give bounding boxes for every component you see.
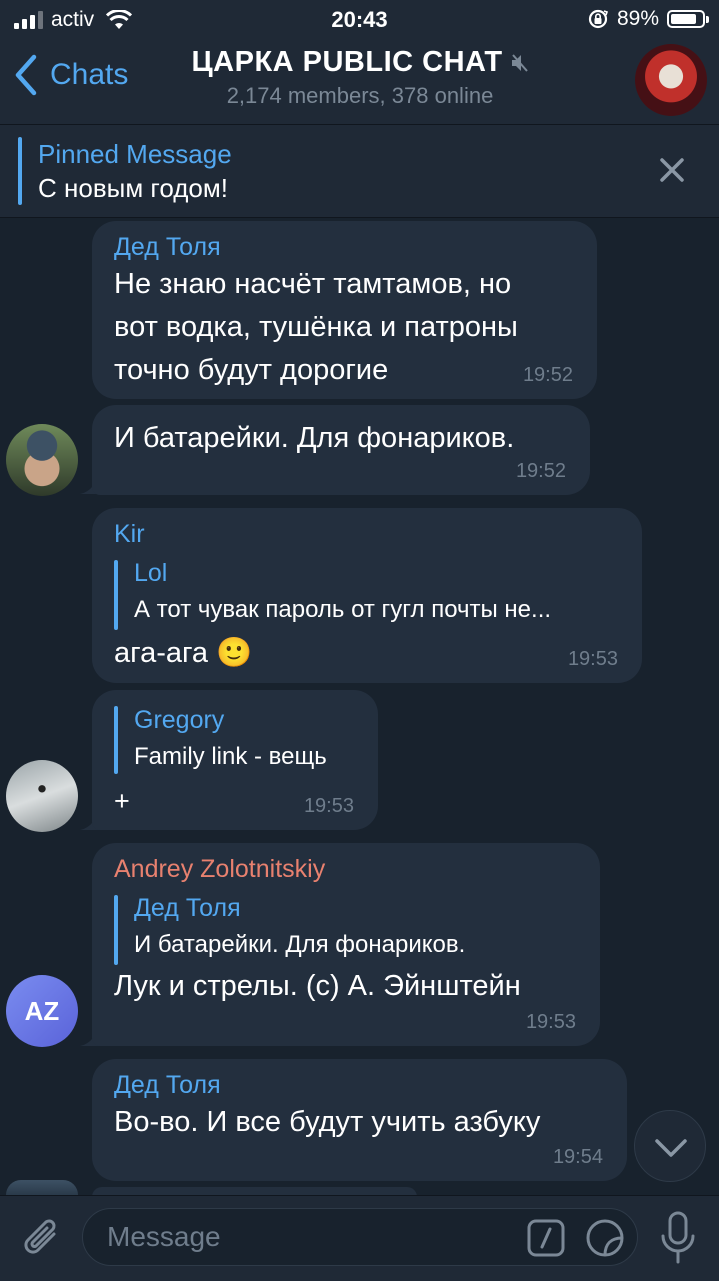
sender-name[interactable]: Andrey Zolotnitskiy xyxy=(114,855,325,884)
pinned-title: Pinned Message xyxy=(38,139,232,169)
message-bubble[interactable]: Andrey Zolotnitskiy Дед Толя И батарейки… xyxy=(92,843,600,1046)
scroll-down-button[interactable] xyxy=(634,1110,706,1182)
reply-accent-bar xyxy=(114,895,118,965)
back-chevron-icon xyxy=(15,54,37,96)
message-line: Во-во. И все будут учить азбуку xyxy=(114,1106,541,1138)
message-bubble[interactable]: Kir Lol А тот чувак пароль от гугл почты… xyxy=(92,508,642,683)
avatar[interactable] xyxy=(6,424,78,496)
message-line: + xyxy=(114,786,130,816)
avatar[interactable]: AZ xyxy=(6,975,78,1047)
pinned-accent-bar xyxy=(18,137,22,205)
close-icon[interactable] xyxy=(655,153,689,187)
battery-icon xyxy=(667,10,709,28)
message-time: 19:52 xyxy=(522,364,573,386)
back-button[interactable]: Chats xyxy=(14,54,128,96)
chat-subtitle: 2,174 members, 378 online xyxy=(226,83,494,108)
reply-text[interactable]: И батарейки. Для фонариков. xyxy=(134,931,465,959)
battery-percent: 89% xyxy=(616,7,659,30)
message-line: ага-ага 🙂 xyxy=(114,637,253,669)
message-line: вот водка, тушёнка и патроны xyxy=(114,311,518,343)
avatar-initials: AZ xyxy=(24,995,60,1026)
chat-header: Chats ЦАРКА PUBLIC CHAT 2,174 members, 3… xyxy=(0,40,719,125)
reply-sender[interactable]: Дед Толя xyxy=(134,894,241,923)
reply-accent-bar xyxy=(114,560,118,630)
message-time: 19:53 xyxy=(567,648,618,670)
sender-name[interactable]: Kir xyxy=(114,520,145,549)
message-time: 19:54 xyxy=(552,1146,603,1168)
scroll-down-chevron-icon xyxy=(655,1139,687,1157)
pinned-text: С новым годом! xyxy=(38,173,228,203)
message-time: 19:52 xyxy=(515,460,566,482)
chat-info[interactable]: ЦАРКА PUBLIC CHAT 2,174 members, 378 onl… xyxy=(160,46,560,109)
sticker-icon[interactable] xyxy=(585,1218,625,1258)
message-time: 19:53 xyxy=(303,795,354,817)
message-line: точно будут дорогие xyxy=(114,354,389,386)
message-bubble[interactable]: И батарейки. Для фонариков. 19:52 xyxy=(92,405,590,495)
chat-title-row: ЦАРКА PUBLIC CHAT xyxy=(191,46,528,79)
reply-text[interactable]: А тот чувак пароль от гугл почты не... xyxy=(134,596,551,624)
chat-title: ЦАРКА PUBLIC CHAT xyxy=(191,46,503,78)
reply-sender[interactable]: Lol xyxy=(134,559,167,588)
microphone-icon[interactable] xyxy=(658,1210,698,1266)
avatar xyxy=(6,1180,78,1195)
message-time: 19:53 xyxy=(525,1011,576,1033)
message-bubble[interactable]: Gregory Family link - вещь + 19:53 xyxy=(92,690,378,830)
pinned-message-bar[interactable]: Pinned Message С новым годом! xyxy=(0,125,719,218)
muted-speaker-icon xyxy=(511,53,528,72)
composer-bar xyxy=(0,1195,719,1281)
back-label: Chats xyxy=(50,58,129,91)
chat-avatar[interactable] xyxy=(635,44,707,116)
reply-text[interactable]: Family link - вещь xyxy=(134,743,327,771)
message-bubble[interactable]: Дед Толя Не знаю насчёт тамтамов, но вот… xyxy=(92,221,597,399)
reply-sender[interactable]: Gregory xyxy=(134,706,224,735)
sender-name[interactable]: Дед Толя xyxy=(114,233,221,262)
message-bubble[interactable]: Дед Толя Во-во. И все будут учить азбуку… xyxy=(92,1059,627,1181)
status-right: 89% xyxy=(587,7,709,31)
reply-accent-bar xyxy=(114,706,118,774)
bot-command-icon[interactable] xyxy=(527,1219,565,1257)
message-line: Не знаю насчёт тамтамов, но xyxy=(114,268,512,300)
message-line: Лук и стрелы. (с) А. Эйнштейн xyxy=(114,970,521,1002)
status-bar: activ 20:43 89% xyxy=(0,0,719,40)
message-line: И батарейки. Для фонариков. xyxy=(114,422,515,454)
paperclip-icon[interactable] xyxy=(20,1214,64,1262)
rotation-lock-icon xyxy=(588,9,608,29)
sender-name[interactable]: Дед Толя xyxy=(114,1071,221,1100)
avatar[interactable] xyxy=(6,760,78,832)
